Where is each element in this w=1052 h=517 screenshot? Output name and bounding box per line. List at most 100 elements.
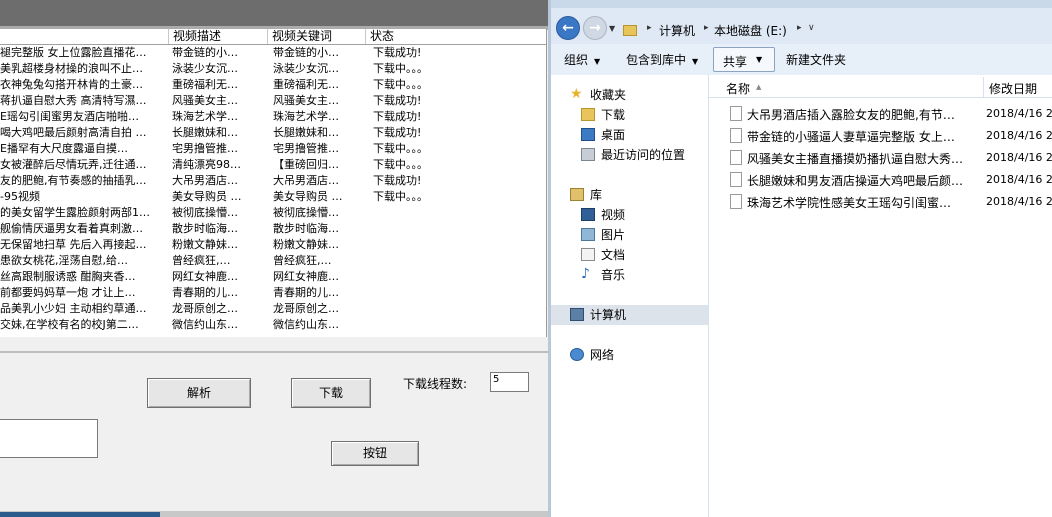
downloads-folder-icon xyxy=(581,108,595,121)
thread-count-input[interactable]: 5 xyxy=(490,372,529,392)
file-icon xyxy=(730,128,742,143)
cell-desc: 泳装少女沉… xyxy=(172,62,238,75)
cell-name: 衣神兔兔勾搭开林肯的土豪… xyxy=(0,78,143,91)
file-row[interactable]: 带金链的小骚逼人妻草逼完整版 女上… 2018/4/16 2 xyxy=(709,125,1052,147)
cell-keywords: 宅男撸管推… xyxy=(273,142,339,155)
new-folder-button[interactable]: 新建文件夹 xyxy=(786,51,846,68)
forward-arrow-icon[interactable]: → xyxy=(583,16,607,40)
cell-keywords: 泳装少女沉… xyxy=(273,62,339,75)
table-row[interactable]: E播罕有大尺度露逼自摸… 宅男撸管推… 宅男撸管推… 下载中。。。 xyxy=(0,141,546,157)
table-row[interactable]: 患欲女桃花,淫荡自慰,给… 曾经疯狂,… 曾经疯狂,… xyxy=(0,253,546,269)
cell-status xyxy=(373,301,543,317)
column-header-video-name[interactable] xyxy=(0,29,169,44)
cell-name: 友的肥鲍,有节奏感的抽插乳… xyxy=(0,174,147,187)
breadcrumb-local-disk[interactable]: 本地磁盘 (E:) xyxy=(714,22,787,39)
action-button[interactable]: 按钮 xyxy=(331,441,419,466)
include-library-menu[interactable]: 包含到库中 ▼ xyxy=(626,51,698,68)
documents-library-icon xyxy=(581,248,595,261)
cell-status: 下载成功! xyxy=(373,110,422,123)
table-row[interactable]: -95视频 美女导购员 … 美女导购员 … 下载中。。。 xyxy=(0,189,546,205)
parse-button[interactable]: 解析 xyxy=(147,378,251,408)
cell-desc: 珠海艺术学… xyxy=(172,110,238,123)
breadcrumb-arrow-icon[interactable]: ▸ xyxy=(704,23,709,33)
table-row[interactable]: 丝高跟制服诱惑 酣胸夹香… 网红女神鹿… 网红女神鹿… xyxy=(0,269,546,285)
cell-status: 下载中。。。 xyxy=(373,158,428,171)
table-row[interactable]: 美乳超楼身材操的浪叫不止… 泳装少女沉… 泳装少女沉… 下载中。。。 xyxy=(0,61,546,77)
cell-keywords: 长腿嫩妹和… xyxy=(273,126,339,139)
file-list: 名称 ▲ 修改日期 大吊男酒店插入露脸女友的肥鲍,有节… 2018/4/16 2带… xyxy=(709,75,1052,517)
cell-status: 下载中。。。 xyxy=(373,62,428,75)
cell-desc: 微信约山东… xyxy=(172,318,238,331)
column-header-modified[interactable]: 修改日期 xyxy=(989,80,1037,97)
cell-name: 美乳超楼身材操的浪叫不止… xyxy=(0,62,143,75)
column-header-status[interactable]: 状态 xyxy=(366,29,546,44)
table-row[interactable]: E瑶勾引闺蜜男友酒店啪啪… 珠海艺术学… 珠海艺术学… 下载成功! xyxy=(0,109,546,125)
address-dropdown-icon[interactable]: ∨ xyxy=(808,23,815,33)
cell-status xyxy=(373,317,543,333)
table-row[interactable]: 友的肥鲍,有节奏感的抽插乳… 大吊男酒店… 大吊男酒店… 下载成功! xyxy=(0,173,546,189)
cell-desc: 网红女神鹿… xyxy=(172,270,238,283)
table-row[interactable]: 的美女留学生露脸颜射两部1… 被彻底操懵… 被彻底操懵… xyxy=(0,205,546,221)
organize-menu[interactable]: 组织 ▼ xyxy=(564,51,600,68)
chevron-down-icon: ▼ xyxy=(692,57,699,66)
table-row[interactable]: 品美乳小少妇 主动相约草通… 龙哥原创之… 龙哥原创之… xyxy=(0,301,546,317)
table-row[interactable]: 蒋扒逼自慰大秀 高清特写濕… 风骚美女主… 风骚美女主… 下载成功! xyxy=(0,93,546,109)
cell-desc: 散步时临海… xyxy=(172,222,238,235)
table-row[interactable]: 前都要妈妈草一炮 才让上… 青春期的儿… 青春期的儿… xyxy=(0,285,546,301)
column-header-name[interactable]: 名称 xyxy=(726,80,750,97)
cell-name: -95视频 xyxy=(0,190,40,203)
file-modified-date: 2018/4/16 2 xyxy=(986,173,1052,186)
cell-desc: 重磅福利无… xyxy=(172,78,238,91)
cell-name: 丝高跟制服诱惑 酣胸夹香… xyxy=(0,270,136,283)
file-name: 珠海艺术学院性感美女王瑶勾引闺蜜… xyxy=(747,196,952,210)
file-row[interactable]: 珠海艺术学院性感美女王瑶勾引闺蜜… 2018/4/16 2 xyxy=(709,191,1052,213)
share-menu[interactable]: 共享 ▼ xyxy=(713,47,775,72)
column-header-video-keywords[interactable]: 视频关键词 xyxy=(268,29,366,44)
cell-name: 患欲女桃花,淫荡自慰,给… xyxy=(0,254,128,267)
table-row[interactable]: 衣神兔兔勾搭开林肯的土豪… 重磅福利无… 重磅福利无… 下载中。。。 xyxy=(0,77,546,93)
cell-keywords: 大吊男酒店… xyxy=(273,174,339,187)
file-list-header: 名称 ▲ 修改日期 xyxy=(709,77,1052,98)
file-row[interactable]: 长腿嫩妹和男友酒店操逼大鸡吧最后颜… 2018/4/16 2 xyxy=(709,169,1052,191)
computer-icon xyxy=(570,308,584,321)
file-modified-date: 2018/4/16 2 xyxy=(986,195,1052,208)
video-list-view[interactable]: 视频描述 视频关键词 状态 褪完整版 女上位露脸直播花… 带金链的小… 带金链的小…… xyxy=(0,29,547,337)
cell-name: 无保留地扫草 先后入再接起… xyxy=(0,238,147,251)
table-row[interactable]: 交妹,在学校有名的校J第二… 微信约山东… 微信约山东… xyxy=(0,317,546,333)
cell-keywords: 重磅福利无… xyxy=(273,78,339,91)
table-row[interactable]: 舰偷情厌逼男女看着真刺激… 散步时临海… 散步时临海… xyxy=(0,221,546,237)
cell-keywords: 网红女神鹿… xyxy=(273,270,339,283)
breadcrumb-computer[interactable]: 计算机 xyxy=(659,22,695,39)
cell-status xyxy=(373,237,543,253)
file-row[interactable]: 大吊男酒店插入露脸女友的肥鲍,有节… 2018/4/16 2 xyxy=(709,103,1052,125)
back-arrow-icon[interactable]: ← xyxy=(556,16,580,40)
column-header-video-desc[interactable]: 视频描述 xyxy=(169,29,268,44)
breadcrumb-arrow-icon[interactable]: ▸ xyxy=(797,23,802,33)
downloader-window: 视频描述 视频关键词 状态 褪完整版 女上位露脸直播花… 带金链的小… 带金链的小…… xyxy=(0,0,548,517)
url-input[interactable] xyxy=(0,419,98,458)
table-row[interactable]: 女被灌醉后尽情玩弄,迁往通… 清纯漂亮98… 【重磅回归… 下载中。。。 xyxy=(0,157,546,173)
folder-icon xyxy=(623,25,637,36)
cell-keywords: 珠海艺术学… xyxy=(273,110,339,123)
table-row[interactable]: 喝大鸡吧最后颜射高清自拍 … 长腿嫩妹和… 长腿嫩妹和… 下载成功! xyxy=(0,125,546,141)
cell-status xyxy=(373,253,543,269)
table-row[interactable]: 无保留地扫草 先后入再接起… 粉嫩文静妹… 粉嫩文静妹… xyxy=(0,237,546,253)
cell-keywords: 青春期的儿… xyxy=(273,286,339,299)
explorer-title-bar xyxy=(551,0,1052,8)
desktop-icon xyxy=(581,128,595,141)
download-button[interactable]: 下载 xyxy=(291,378,371,408)
cell-keywords: 曾经疯狂,… xyxy=(273,254,332,267)
chevron-down-icon: ▼ xyxy=(756,55,763,64)
cell-status xyxy=(373,269,543,285)
file-row[interactable]: 风骚美女主播直播摸奶播扒逼自慰大秀… 2018/4/16 2 xyxy=(709,147,1052,169)
cell-name: 喝大鸡吧最后颜射高清自拍 … xyxy=(0,126,147,139)
cell-name: 前都要妈妈草一炮 才让上… xyxy=(0,286,136,299)
table-row[interactable]: 褪完整版 女上位露脸直播花… 带金链的小… 带金链的小… 下载成功! xyxy=(0,45,546,61)
breadcrumb-arrow-icon[interactable]: ▸ xyxy=(647,23,652,33)
file-icon xyxy=(730,106,742,121)
cell-keywords: 龙哥原创之… xyxy=(273,302,339,315)
cell-status xyxy=(373,221,543,237)
chevron-down-icon: ▼ xyxy=(594,57,601,66)
cell-name: 品美乳小少妇 主动相约草通… xyxy=(0,302,147,315)
history-dropdown-icon[interactable]: ▼ xyxy=(609,24,615,33)
